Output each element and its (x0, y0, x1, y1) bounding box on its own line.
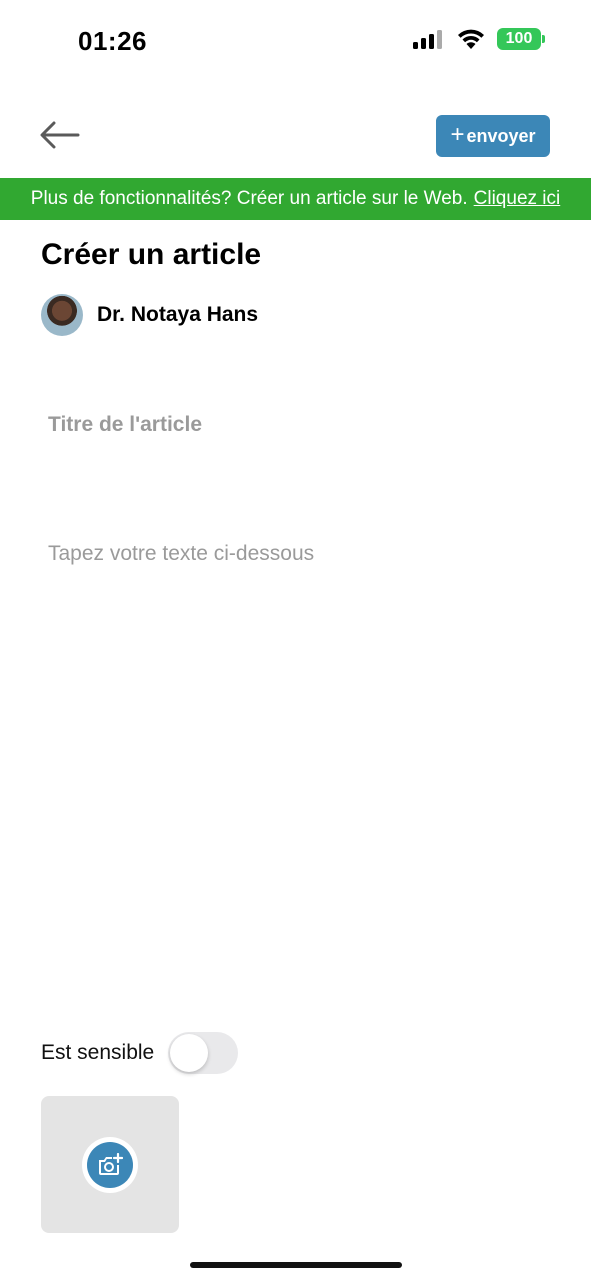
photo-ring (82, 1136, 138, 1193)
author-name: Dr. Notaya Hans (97, 303, 259, 326)
toggle-knob (170, 1034, 209, 1072)
wifi-icon (458, 29, 484, 49)
home-indicator (190, 1262, 402, 1268)
page-title: Créer un article (41, 238, 262, 271)
create-article-screen: 01:26 100 + envoyer Plus de fonctionnali… (0, 0, 591, 1280)
add-photo-button[interactable] (41, 1096, 179, 1233)
plus-icon: + (450, 120, 465, 148)
send-label: envoyer (466, 125, 536, 146)
photo-circle (87, 1141, 133, 1188)
add-photo-icon (99, 1152, 123, 1175)
battery-level: 100 (505, 30, 533, 47)
back-button[interactable] (38, 118, 82, 152)
battery-icon: 100 (497, 28, 545, 50)
article-title-input[interactable] (41, 402, 551, 448)
send-button[interactable]: + envoyer (436, 115, 550, 157)
sensitive-toggle[interactable] (168, 1032, 239, 1074)
article-body-input[interactable] (41, 538, 551, 978)
sensitive-label: Est sensible (41, 1041, 155, 1064)
status-icons: 100 (413, 28, 545, 50)
banner-text: Plus de fonctionnalités? Créer un articl… (30, 188, 468, 209)
arrow-left-icon (40, 121, 80, 149)
web-article-banner: Plus de fonctionnalités? Créer un articl… (0, 178, 591, 220)
sensitive-row: Est sensible (41, 1032, 239, 1074)
banner-link[interactable]: Cliquez ici (474, 188, 561, 210)
author-row: Dr. Notaya Hans (41, 294, 258, 336)
status-time: 01:26 (78, 26, 147, 56)
signal-icon (413, 30, 442, 49)
avatar (41, 294, 83, 336)
